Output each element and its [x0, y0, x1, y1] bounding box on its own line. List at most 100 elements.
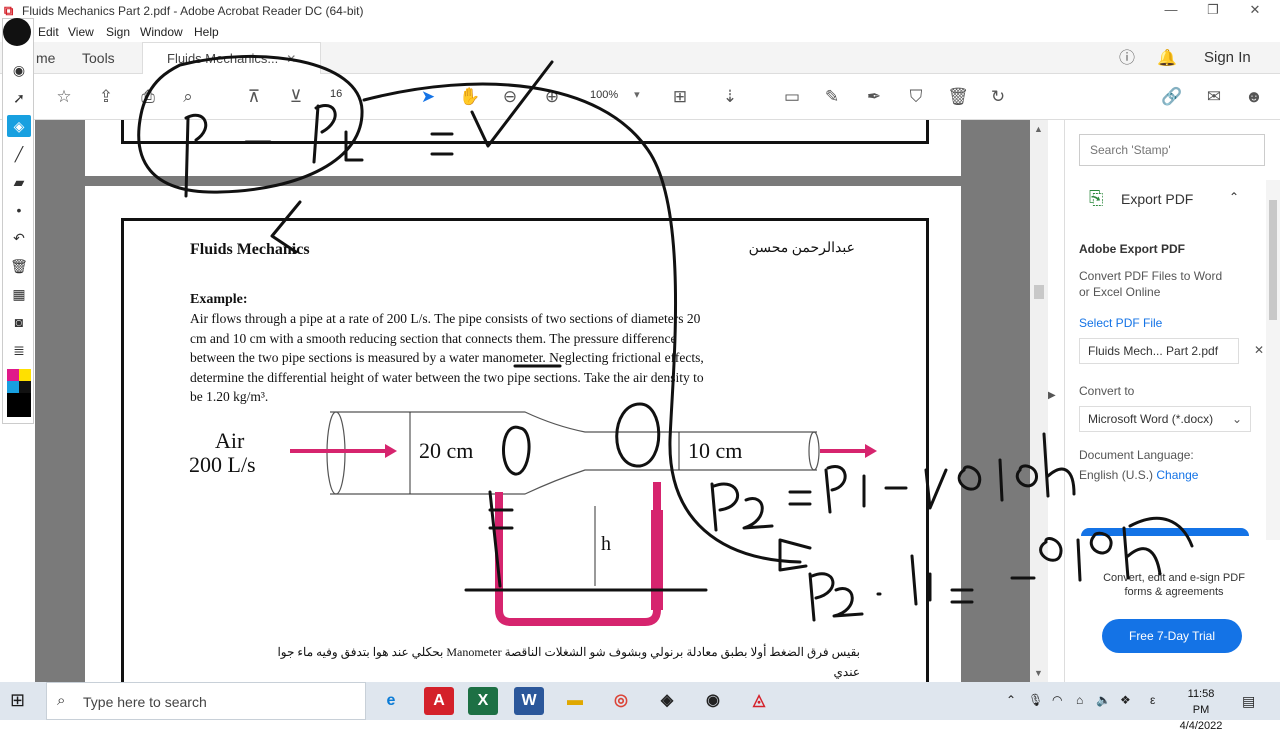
color-palette[interactable]: [7, 369, 31, 421]
export-pdf-icon: ⎘: [1089, 188, 1104, 208]
color-blue[interactable]: [7, 381, 19, 393]
collapse-pane-icon[interactable]: ▶: [1048, 390, 1056, 401]
menu-window[interactable]: Window: [140, 25, 183, 39]
convert-to-select[interactable]: Microsoft Word (*.docx) ⌄: [1079, 406, 1251, 432]
clock[interactable]: 11:58 PM 4/4/2022: [1178, 686, 1224, 734]
acrobat-taskbar-icon[interactable]: A: [424, 687, 454, 715]
redo-icon[interactable]: ↻: [986, 86, 1010, 108]
color-yellow[interactable]: [19, 369, 31, 381]
tab-tools[interactable]: Tools: [82, 42, 115, 74]
hand-icon[interactable]: ✋: [458, 86, 482, 108]
zoom-in-icon[interactable]: ⊕: [540, 86, 564, 108]
comment-icon[interactable]: ▭: [780, 86, 804, 108]
bell-icon[interactable]: 🔔: [1156, 48, 1178, 70]
restore-button[interactable]: ❐: [1198, 2, 1228, 20]
print-icon[interactable]: ⎙: [136, 86, 160, 108]
sign-in-link[interactable]: Sign In: [1204, 49, 1251, 66]
color-black[interactable]: [19, 381, 31, 393]
dot-icon[interactable]: •: [7, 199, 31, 221]
zoom-select[interactable]: 100% ▾: [590, 88, 640, 101]
windows-start-icon[interactable]: ⊞: [10, 690, 25, 711]
volume-icon[interactable]: 🔈: [1096, 693, 1111, 707]
app-icon[interactable]: ◈: [652, 687, 682, 715]
notifications-icon[interactable]: ▤: [1242, 693, 1255, 710]
undo-icon[interactable]: ↶: [7, 227, 31, 249]
convert-button[interactable]: [1081, 528, 1249, 536]
prev-page-icon[interactable]: ⊼: [242, 86, 266, 108]
current-color[interactable]: [7, 393, 31, 417]
menu-icon[interactable]: ≣: [7, 339, 31, 361]
stamp-search-input[interactable]: [1079, 134, 1265, 166]
stamp-icon[interactable]: ⛉: [904, 86, 928, 108]
acrobat-icon: ⧉: [4, 3, 14, 18]
scroll-down-icon[interactable]: ▼: [1034, 668, 1043, 678]
adobe-export-desc-2: or Excel Online: [1079, 285, 1161, 299]
scroll-mode-icon[interactable]: ⇣: [718, 86, 742, 108]
close-button[interactable]: ✕: [1240, 2, 1270, 20]
help-icon[interactable]: ⓘ: [1116, 48, 1138, 70]
pen-app-logo[interactable]: [3, 18, 31, 46]
trash-icon[interactable]: 🗑: [7, 255, 31, 277]
tab-document[interactable]: Fluids Mechanics... ✕: [142, 42, 322, 74]
whiteboard-icon[interactable]: ▦: [7, 283, 31, 305]
export-pdf-header[interactable]: ⎘ Export PDF ⌃: [1079, 188, 1269, 212]
selected-file-field[interactable]: Fluids Mech... Part 2.pdf ✕: [1079, 338, 1264, 364]
menu-view[interactable]: View: [68, 25, 94, 39]
free-trial-button[interactable]: Free 7-Day Trial: [1102, 619, 1242, 653]
chevron-up-icon[interactable]: ⌃: [1229, 190, 1239, 204]
wifi-icon[interactable]: ◠: [1052, 693, 1062, 707]
camera-icon[interactable]: ◙: [7, 311, 31, 333]
color-magenta[interactable]: [7, 369, 19, 381]
add-user-icon[interactable]: ☻: [1242, 86, 1266, 108]
sign-pen-icon[interactable]: ✒: [862, 86, 886, 108]
doc-language-label: Document Language:: [1079, 448, 1194, 462]
tray-chevron-icon[interactable]: ⌃: [1006, 693, 1016, 707]
page-number[interactable]: 16: [330, 88, 352, 100]
microphone-icon[interactable]: 🎙: [1028, 693, 1043, 707]
chrome-icon[interactable]: ◎: [606, 687, 636, 715]
tab-home[interactable]: me: [36, 42, 55, 74]
fit-page-icon[interactable]: ⊞: [668, 86, 692, 108]
edge-icon[interactable]: e: [376, 687, 406, 715]
upload-icon[interactable]: ⇪: [94, 86, 118, 108]
link-icon[interactable]: 🔗: [1160, 86, 1184, 108]
dropbox-icon[interactable]: ❖: [1120, 693, 1131, 707]
tab-bar: me Tools Fluids Mechanics... ✕: [0, 42, 1280, 74]
highlighter-icon[interactable]: ▰: [7, 171, 31, 193]
scrollbar-thumb[interactable]: [1034, 285, 1044, 299]
acrobat-reader-taskbar-icon[interactable]: ◬: [744, 687, 774, 715]
next-page-icon[interactable]: ⊻: [284, 86, 308, 108]
right-pane-scrollbar-thumb[interactable]: [1269, 200, 1277, 320]
document-scrollbar[interactable]: ▲ ▼: [1030, 120, 1048, 682]
menu-edit[interactable]: Edit: [38, 25, 59, 39]
zoom-search-icon[interactable]: ⌕: [176, 86, 200, 108]
language-indicator[interactable]: ε: [1150, 693, 1155, 707]
highlight-pen-icon[interactable]: ✎: [820, 86, 844, 108]
select-file-link[interactable]: Select PDF File: [1079, 315, 1162, 331]
network-icon[interactable]: ⌂: [1076, 693, 1083, 707]
excel-icon[interactable]: X: [468, 687, 498, 715]
star-icon[interactable]: ☆: [52, 86, 76, 108]
scroll-up-icon[interactable]: ▲: [1034, 124, 1043, 134]
word-icon[interactable]: W: [514, 687, 544, 715]
document-viewer[interactable]: Fluids Mechanics عبدالرحمن محسن Example:…: [35, 120, 1030, 682]
select-cursor-icon[interactable]: ➤: [416, 86, 440, 108]
eraser-tool-icon[interactable]: ◈: [7, 115, 31, 137]
minimize-button[interactable]: —: [1156, 2, 1186, 20]
eye-icon[interactable]: ◉: [7, 59, 31, 81]
file-explorer-icon[interactable]: ▬: [560, 687, 590, 715]
pointer-icon[interactable]: ➚: [7, 87, 31, 109]
menu-help[interactable]: Help: [194, 25, 219, 39]
close-icon[interactable]: ✕: [1254, 343, 1264, 357]
pen-app-taskbar-icon[interactable]: ◉: [698, 687, 728, 715]
heading-right: عبدالرحمن محسن: [749, 241, 855, 256]
change-language-link[interactable]: Change: [1156, 468, 1198, 482]
taskbar-search[interactable]: ⌕ Type here to search: [46, 682, 366, 720]
zoom-out-icon[interactable]: ⊖: [498, 86, 522, 108]
trash-icon[interactable]: 🗑: [946, 86, 970, 108]
close-icon[interactable]: ✕: [286, 52, 296, 66]
right-pane-scrollbar[interactable]: [1266, 180, 1280, 540]
menu-sign[interactable]: Sign: [106, 25, 130, 39]
mail-icon[interactable]: ✉: [1202, 86, 1226, 108]
pen-icon[interactable]: ╱: [7, 143, 31, 165]
